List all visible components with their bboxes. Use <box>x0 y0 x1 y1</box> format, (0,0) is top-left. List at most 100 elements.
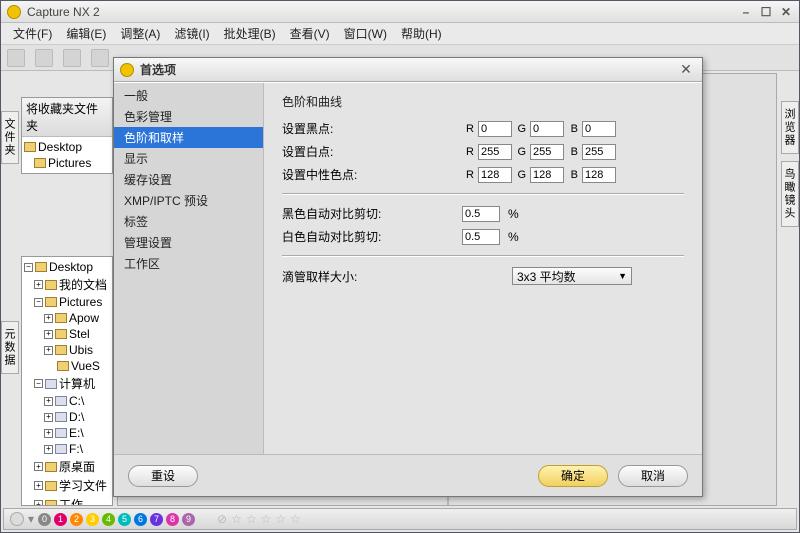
star-icon[interactable]: ☆ <box>246 512 257 526</box>
tree-orig-desktop[interactable]: +原桌面 <box>24 457 110 476</box>
nav-display[interactable]: 显示 <box>114 148 263 169</box>
expand-icon[interactable]: + <box>34 280 43 289</box>
dropper-size-select[interactable]: 3x3 平均数 ▼ <box>512 267 632 285</box>
menu-help[interactable]: 帮助(H) <box>395 23 448 44</box>
black-point-r[interactable] <box>478 121 512 137</box>
star-icon[interactable]: ☆ <box>290 512 301 526</box>
tree-label: 学习文件 <box>59 477 107 494</box>
tree-work[interactable]: +工作 <box>24 495 110 505</box>
close-button[interactable]: ✕ <box>779 5 793 19</box>
ok-button[interactable]: 确定 <box>538 465 608 487</box>
star-icon[interactable]: ☆ <box>231 512 242 526</box>
black-point-b[interactable] <box>582 121 616 137</box>
toolbar-btn-3[interactable] <box>63 49 81 67</box>
status-label-6[interactable]: 6 <box>134 513 147 526</box>
folder-icon <box>45 280 57 290</box>
nav-general[interactable]: 一般 <box>114 85 263 106</box>
cancel-button[interactable]: 取消 <box>618 465 688 487</box>
tree-d[interactable]: +D:\ <box>24 409 110 425</box>
tree-label: 我的文档 <box>59 276 107 293</box>
nav-cache[interactable]: 缓存设置 <box>114 169 263 190</box>
dialog-close-button[interactable]: ✕ <box>676 62 696 78</box>
status-label-1[interactable]: 1 <box>54 513 67 526</box>
side-tab-folders[interactable]: 文件夹 <box>1 111 19 164</box>
status-label-9[interactable]: 9 <box>182 513 195 526</box>
status-label-5[interactable]: 5 <box>118 513 131 526</box>
fav-pictures[interactable]: Pictures <box>24 155 110 171</box>
collapse-icon[interactable]: − <box>34 298 43 307</box>
menu-window[interactable]: 窗口(W) <box>338 23 393 44</box>
reset-button[interactable]: 重设 <box>128 465 198 487</box>
star-icon[interactable]: ☆ <box>275 512 286 526</box>
minimize-button[interactable]: – <box>739 5 753 19</box>
expand-icon[interactable]: + <box>44 397 53 406</box>
status-label-2[interactable]: 2 <box>70 513 83 526</box>
tree-vues[interactable]: VueS <box>24 358 110 374</box>
toolbar-btn-1[interactable] <box>7 49 25 67</box>
black-point-g[interactable] <box>530 121 564 137</box>
menu-filter[interactable]: 滤镜(I) <box>168 23 215 44</box>
black-clip-input[interactable] <box>462 206 500 222</box>
status-label-3[interactable]: 3 <box>86 513 99 526</box>
nav-xmp[interactable]: XMP/IPTC 预设 <box>114 190 263 211</box>
nav-workspace[interactable]: 工作区 <box>114 253 263 274</box>
gear-icon[interactable] <box>10 512 24 526</box>
expand-icon[interactable]: + <box>44 413 53 422</box>
expand-icon[interactable]: + <box>34 462 43 471</box>
side-tab-birdeye[interactable]: 鸟瞰镜头 <box>781 161 799 227</box>
menu-file[interactable]: 文件(F) <box>7 23 58 44</box>
tree-mydocs[interactable]: + 我的文档 <box>24 275 110 294</box>
white-clip-input[interactable] <box>462 229 500 245</box>
fav-desktop[interactable]: Desktop <box>24 139 110 155</box>
side-tab-browser[interactable]: 浏览器 <box>781 101 799 154</box>
collapse-icon[interactable]: − <box>34 379 43 388</box>
nav-color-mgmt[interactable]: 色彩管理 <box>114 106 263 127</box>
expand-icon[interactable]: + <box>44 445 53 454</box>
status-label-8[interactable]: 8 <box>166 513 179 526</box>
expand-icon[interactable]: + <box>34 481 43 490</box>
white-point-b[interactable] <box>582 144 616 160</box>
menu-batch[interactable]: 批处理(B) <box>218 23 282 44</box>
tree-label: C:\ <box>69 394 84 408</box>
neutral-point-g[interactable] <box>530 167 564 183</box>
nav-levels-sampling[interactable]: 色阶和取样 <box>114 127 263 148</box>
tree-stel[interactable]: + Stel <box>24 326 110 342</box>
status-label-0[interactable]: 0 <box>38 513 51 526</box>
status-label-7[interactable]: 7 <box>150 513 163 526</box>
menu-edit[interactable]: 编辑(E) <box>60 23 112 44</box>
tree-f[interactable]: +F:\ <box>24 441 110 457</box>
expand-icon[interactable]: + <box>44 429 53 438</box>
white-point-r[interactable] <box>478 144 512 160</box>
nav-labels[interactable]: 标签 <box>114 211 263 232</box>
tree-pictures[interactable]: −Pictures <box>24 294 110 310</box>
tree-label: Stel <box>69 327 90 341</box>
menu-view[interactable]: 查看(V) <box>284 23 336 44</box>
nav-mgmt[interactable]: 管理设置 <box>114 232 263 253</box>
white-point-g[interactable] <box>530 144 564 160</box>
star-icon[interactable]: ⊘ <box>217 512 227 526</box>
tree-desktop[interactable]: −Desktop <box>24 259 110 275</box>
expand-icon[interactable]: + <box>44 330 53 339</box>
maximize-button[interactable]: ☐ <box>759 5 773 19</box>
expand-icon[interactable]: + <box>44 346 53 355</box>
favorites-panel-title: 将收藏夹文件夹 <box>26 100 108 134</box>
tree-e[interactable]: +E:\ <box>24 425 110 441</box>
side-tab-metadata[interactable]: 元数据 <box>1 321 19 374</box>
toolbar-btn-4[interactable] <box>91 49 109 67</box>
expand-icon[interactable]: − <box>24 263 33 272</box>
toolbar-btn-2[interactable] <box>35 49 53 67</box>
tree-ubis[interactable]: + Ubis <box>24 342 110 358</box>
neutral-point-r[interactable] <box>478 167 512 183</box>
tree-c[interactable]: + C:\ <box>24 393 110 409</box>
star-icon[interactable]: ☆ <box>261 512 272 526</box>
neutral-point-b[interactable] <box>582 167 616 183</box>
tree-apow[interactable]: +Apow <box>24 310 110 326</box>
expand-icon[interactable]: + <box>44 314 53 323</box>
expand-icon[interactable]: + <box>34 500 43 505</box>
tree-study[interactable]: + 学习文件 <box>24 476 110 495</box>
status-label-4[interactable]: 4 <box>102 513 115 526</box>
tree-computer[interactable]: −计算机 <box>24 374 110 393</box>
menu-adjust[interactable]: 调整(A) <box>114 23 166 44</box>
dialog-title: 首选项 <box>140 61 676 78</box>
tree-label: Ubis <box>69 343 93 357</box>
